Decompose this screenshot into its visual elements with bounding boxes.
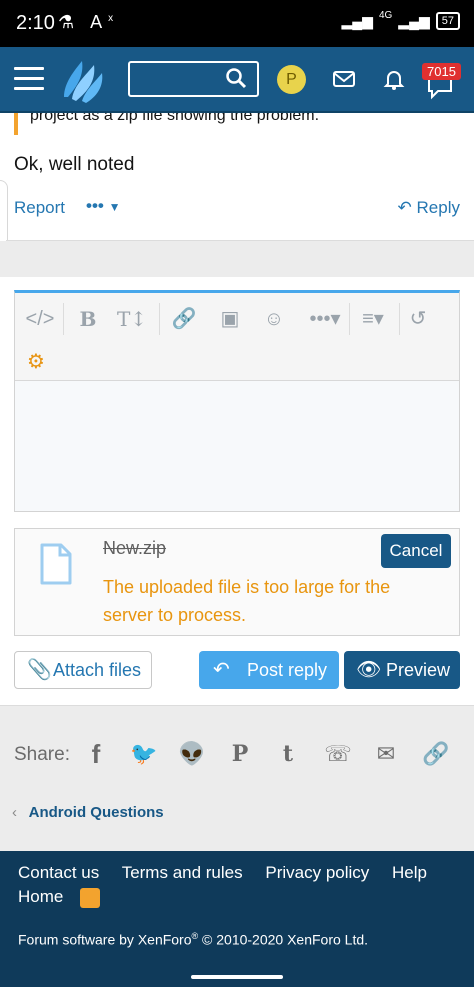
alerts-badge[interactable]: 7015 bbox=[422, 63, 461, 80]
editor-toolbar: </> B T↕ 🔗 ▣ ☺ •••▾ ≡▾ ↺ ⚙ bbox=[15, 293, 459, 381]
paperclip-icon: 📎 bbox=[27, 659, 52, 681]
reddit-icon[interactable]: 👽 bbox=[176, 738, 208, 770]
share-label: Share: bbox=[14, 744, 70, 765]
footer-copyright: Forum software by XenForo® © 2010-2020 X… bbox=[18, 931, 368, 948]
whatsapp-icon[interactable]: ☏ bbox=[322, 738, 354, 770]
facebook-icon[interactable]: f bbox=[80, 738, 112, 770]
menu-icon[interactable] bbox=[14, 67, 44, 91]
signal-icon-2: ▂▄▆ bbox=[398, 12, 430, 29]
image-icon[interactable]: ▣ bbox=[213, 303, 247, 335]
reply-arrow-icon: ↶ bbox=[213, 659, 230, 681]
eye-icon: 👁 bbox=[356, 659, 382, 681]
status-bar: 2:10 ⚗ Ax ▂▄▆ 4G ▂▄▆ 57 bbox=[0, 0, 474, 47]
post-reply-label: Post reply bbox=[247, 660, 328, 680]
quote-bar bbox=[14, 113, 18, 135]
footer-contact-link[interactable]: Contact us bbox=[18, 863, 99, 882]
attach-files-label: Attach files bbox=[53, 660, 142, 680]
footer-help-link[interactable]: Help bbox=[392, 863, 427, 882]
undo-icon[interactable]: ↺ bbox=[401, 303, 435, 335]
bold-icon[interactable]: B bbox=[71, 303, 105, 335]
footer-terms-link[interactable]: Terms and rules bbox=[122, 863, 243, 882]
upload-error-message: The uploaded file is too large for the s… bbox=[103, 577, 391, 625]
avatar[interactable]: P bbox=[277, 65, 306, 94]
copyright-prefix[interactable]: Forum software by XenForo bbox=[18, 932, 192, 948]
share-section: Share: f 🐦 👽 P t ☏ ✉ 🔗 ‹ Android Questio… bbox=[0, 705, 474, 851]
site-footer: Contact us Terms and rules Privacy polic… bbox=[0, 851, 474, 987]
report-link[interactable]: Report bbox=[14, 198, 65, 218]
rss-icon[interactable] bbox=[80, 887, 101, 908]
link-icon[interactable]: 🔗 bbox=[420, 738, 452, 770]
attachment-upload: New.zip The uploaded file is too large f… bbox=[14, 528, 460, 636]
quote-text: project as a zip file showing the proble… bbox=[30, 113, 320, 124]
code-icon[interactable]: </> bbox=[23, 303, 57, 335]
text-size-icon[interactable]: T↕ bbox=[115, 303, 149, 335]
editor-textarea[interactable] bbox=[15, 381, 459, 511]
inbox-icon[interactable] bbox=[330, 65, 358, 93]
link-icon[interactable]: 🔗 bbox=[167, 303, 201, 335]
preview-label: Preview bbox=[386, 660, 451, 680]
breadcrumb-android-questions[interactable]: Android Questions bbox=[29, 804, 164, 821]
align-icon[interactable]: ≡▾ bbox=[353, 303, 393, 335]
copyright-suffix: © 2010-2020 XenForo Ltd. bbox=[198, 931, 369, 948]
breadcrumb[interactable]: ‹ Android Questions bbox=[12, 804, 164, 821]
more-dots-label: ••• bbox=[86, 196, 104, 215]
chevron-left-icon: ‹ bbox=[12, 804, 17, 821]
status-notification-icons: ⚗ Ax bbox=[58, 12, 120, 32]
cancel-button[interactable]: Cancel bbox=[381, 534, 451, 568]
home-indicator[interactable] bbox=[191, 975, 283, 979]
signal-icon: ▂▄▆ bbox=[341, 12, 373, 29]
reply-link[interactable]: ↶ Reply bbox=[398, 198, 460, 218]
status-right: ▂▄▆ 4G ▂▄▆ 57 bbox=[341, 9, 460, 30]
more-options-button[interactable]: ••• ▼ bbox=[86, 196, 120, 216]
twitter-icon[interactable]: 🐦 bbox=[128, 738, 160, 770]
preview-button[interactable]: 👁 Preview bbox=[344, 651, 460, 689]
footer-home-link[interactable]: Home bbox=[18, 887, 63, 906]
pinterest-icon[interactable]: P bbox=[224, 738, 256, 770]
reply-editor[interactable]: </> B T↕ 🔗 ▣ ☺ •••▾ ≡▾ ↺ ⚙ bbox=[14, 290, 460, 512]
top-navbar: P 7015 bbox=[0, 47, 474, 113]
search-icon[interactable] bbox=[225, 67, 247, 95]
tumblr-icon[interactable]: t bbox=[272, 738, 304, 770]
reply-icon: ↶ bbox=[397, 198, 412, 217]
settings-gear-icon[interactable]: ⚙ bbox=[27, 349, 45, 374]
footer-links: Contact us Terms and rules Privacy polic… bbox=[18, 861, 458, 909]
attach-files-button[interactable]: 📎 Attach files bbox=[14, 651, 152, 689]
search-input[interactable] bbox=[128, 61, 259, 97]
footer-privacy-link[interactable]: Privacy policy bbox=[265, 863, 369, 882]
attachment-filename: New.zip bbox=[103, 538, 167, 558]
quote-block: project as a zip file showing the proble… bbox=[14, 113, 474, 135]
post-actions: Report ••• ▼ ↶ Reply bbox=[0, 196, 474, 224]
reply-label: Reply bbox=[416, 198, 460, 217]
status-time: 2:10 bbox=[16, 12, 55, 34]
network-type: 4G bbox=[378, 9, 393, 21]
post-body: Ok, well noted bbox=[14, 154, 135, 175]
email-icon[interactable]: ✉ bbox=[370, 738, 402, 770]
battery-indicator: 57 bbox=[435, 12, 460, 30]
chevron-down-icon: ▼ bbox=[108, 200, 121, 214]
file-icon bbox=[40, 543, 72, 585]
section-band bbox=[0, 241, 474, 277]
post-reply-button[interactable]: ↶ Post reply bbox=[199, 651, 339, 689]
bell-icon[interactable] bbox=[380, 65, 408, 93]
smilie-icon[interactable]: ☺ bbox=[257, 303, 291, 335]
more-icon[interactable]: •••▾ bbox=[305, 303, 345, 335]
site-logo[interactable] bbox=[58, 57, 106, 103]
